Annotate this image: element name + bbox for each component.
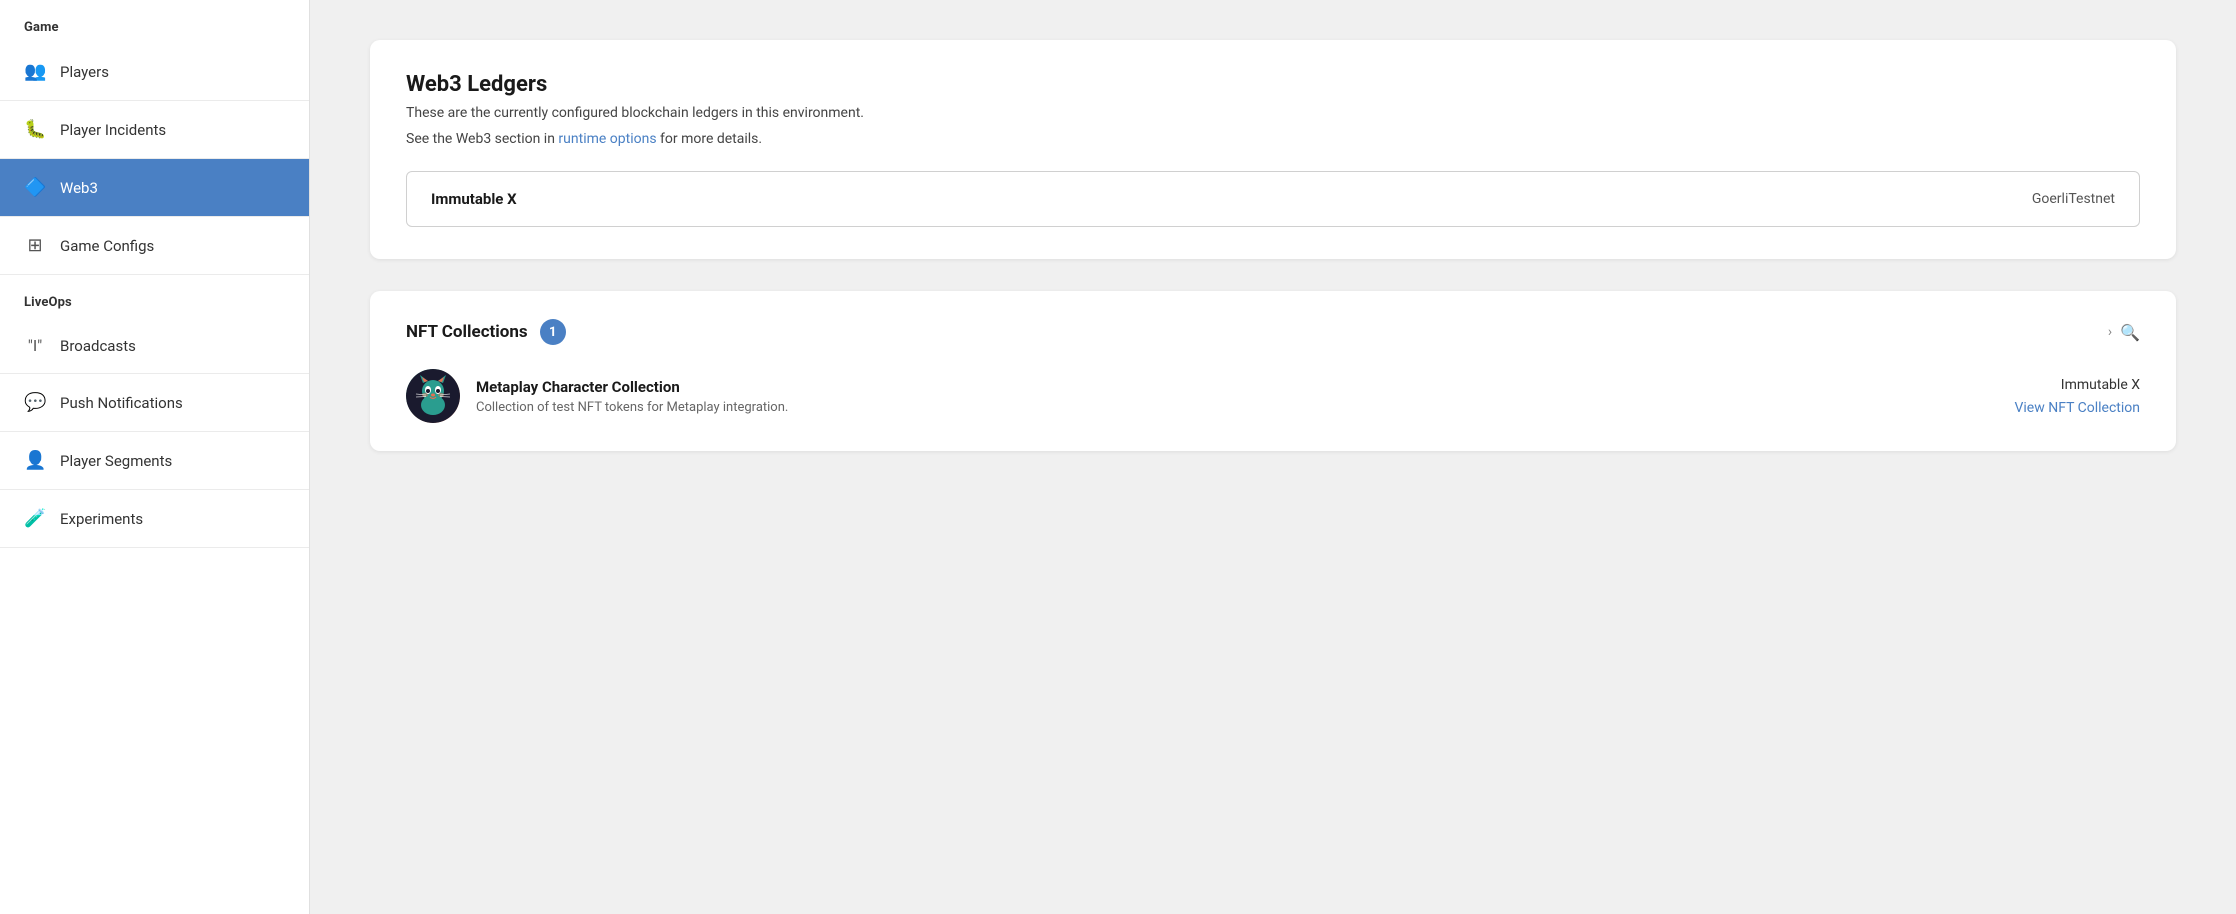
game-section-label: Game	[0, 0, 309, 43]
description2-prefix: See the Web3 section in	[406, 131, 558, 147]
sidebar-item-label: Player Segments	[60, 452, 172, 470]
nft-collections-count: 1	[540, 319, 566, 345]
nft-header-actions: › 🔍	[2108, 323, 2140, 342]
search-icon[interactable]: 🔍	[2120, 323, 2140, 342]
sidebar-item-player-segments[interactable]: 👤 Player Segments	[0, 432, 309, 490]
web3-ledgers-description2: See the Web3 section in runtime options …	[406, 131, 2140, 147]
chevron-right-icon[interactable]: ›	[2108, 324, 2112, 340]
player-incidents-icon: 🐛	[24, 119, 46, 140]
nft-collection-desc: Collection of test NFT tokens for Metapl…	[476, 400, 1998, 415]
main-content: Web3 Ledgers These are the currently con…	[310, 0, 2236, 914]
sidebar-item-web3[interactable]: 🔷 Web3	[0, 159, 309, 217]
experiments-icon: 🧪	[24, 508, 46, 529]
ledger-network: GoerliTestnet	[2032, 191, 2115, 207]
sidebar-item-game-configs[interactable]: ⊞ Game Configs	[0, 217, 309, 275]
broadcasts-icon: "І"	[24, 336, 46, 355]
sidebar-item-label: Experiments	[60, 510, 143, 528]
web3-icon: 🔷	[24, 177, 46, 198]
sidebar-item-label: Push Notifications	[60, 394, 183, 412]
players-icon: 👥	[24, 61, 46, 82]
sidebar-item-label: Broadcasts	[60, 337, 136, 355]
nft-collection-avatar	[406, 369, 460, 423]
sidebar-item-push-notifications[interactable]: 💬 Push Notifications	[0, 374, 309, 432]
web3-ledgers-description: These are the currently configured block…	[406, 105, 2140, 121]
sidebar-item-broadcasts[interactable]: "І" Broadcasts	[0, 318, 309, 374]
player-segments-icon: 👤	[24, 450, 46, 471]
nft-collection-right: Immutable X View NFT Collection	[2014, 377, 2140, 416]
nft-collections-title: NFT Collections	[406, 322, 528, 342]
runtime-options-link[interactable]: runtime options	[558, 131, 656, 147]
sidebar-item-label: Player Incidents	[60, 121, 166, 139]
nft-collections-header: NFT Collections 1 › 🔍	[406, 319, 2140, 345]
description2-suffix: for more details.	[657, 131, 763, 147]
game-configs-icon: ⊞	[24, 235, 46, 256]
web3-ledgers-title: Web3 Ledgers	[406, 72, 2140, 97]
nft-collections-card: NFT Collections 1 › 🔍	[370, 291, 2176, 451]
sidebar-item-players[interactable]: 👥 Players	[0, 43, 309, 101]
nft-collection-name: Metaplay Character Collection	[476, 378, 1998, 396]
sidebar-item-label: Web3	[60, 179, 98, 197]
sidebar-item-label: Players	[60, 63, 109, 81]
nft-header-left: NFT Collections 1	[406, 319, 566, 345]
nft-chain: Immutable X	[2014, 377, 2140, 393]
sidebar: Game 👥 Players 🐛 Player Incidents 🔷 Web3…	[0, 0, 310, 914]
nft-collection-row: Metaplay Character Collection Collection…	[406, 369, 2140, 423]
sidebar-item-experiments[interactable]: 🧪 Experiments	[0, 490, 309, 548]
liveops-section-label: LiveOps	[0, 275, 309, 318]
nft-collection-info: Metaplay Character Collection Collection…	[476, 378, 1998, 415]
sidebar-item-label: Game Configs	[60, 237, 154, 255]
push-notifications-icon: 💬	[24, 392, 46, 413]
sidebar-item-player-incidents[interactable]: 🐛 Player Incidents	[0, 101, 309, 159]
ledger-name: Immutable X	[431, 190, 517, 208]
ledger-row: Immutable X GoerliTestnet	[406, 171, 2140, 227]
web3-ledgers-card: Web3 Ledgers These are the currently con…	[370, 40, 2176, 259]
view-nft-collection-link[interactable]: View NFT Collection	[2014, 400, 2140, 416]
